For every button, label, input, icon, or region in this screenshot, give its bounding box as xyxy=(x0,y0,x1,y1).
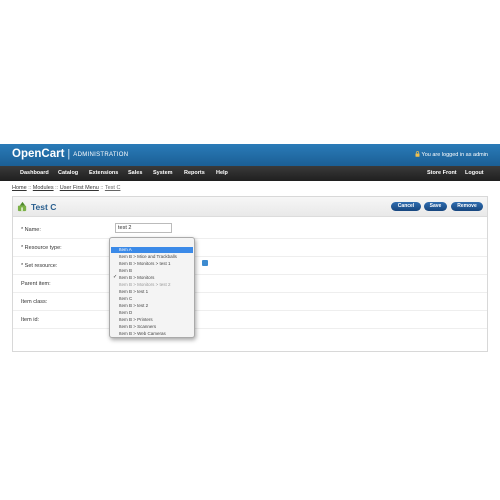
item-id-label: Item id: xyxy=(21,317,40,323)
set-resource-label: * Set resource: xyxy=(21,263,58,269)
menu-reports[interactable]: Reports xyxy=(184,170,205,176)
dropdown-option[interactable]: Item B > Web Cameras xyxy=(111,331,193,337)
resource-dropdown-list[interactable]: Item A Item B > Mice and Trackballs Item… xyxy=(109,237,195,338)
panel-heading: Test C Cancel Save Remove xyxy=(13,197,487,217)
dropdown-option[interactable]: Item A xyxy=(111,247,193,253)
name-input[interactable] xyxy=(115,223,172,233)
name-row: * Name: xyxy=(13,221,487,239)
dropdown-option[interactable]: Item D xyxy=(111,310,193,316)
logo-separator: | xyxy=(67,148,71,160)
breadcrumb-separator: :: xyxy=(55,185,59,191)
check-icon: ✓ xyxy=(113,274,118,280)
module-icon xyxy=(17,201,27,212)
lock-icon xyxy=(415,151,420,157)
main-menu: Dashboard Catalog Extensions Sales Syste… xyxy=(0,166,500,181)
dropdown-option[interactable]: Item B > test 2 xyxy=(111,303,193,309)
resource-type-row: * Resource type: xyxy=(13,239,487,257)
set-resource-row: * Set resource: xyxy=(13,257,487,275)
menu-extensions[interactable]: Extensions xyxy=(89,170,118,176)
menu-catalog[interactable]: Catalog xyxy=(58,170,78,176)
breadcrumb: Home :: Modules :: User First Menu :: Te… xyxy=(12,185,120,191)
dropdown-option[interactable]: ✓ Item B > Monitors xyxy=(111,274,193,281)
dropdown-option[interactable]: Item B > Monitors > test 1 xyxy=(111,261,193,267)
name-label: * Name: xyxy=(21,227,41,233)
parent-item-label: Parent item: xyxy=(21,281,51,287)
dropdown-option[interactable]: Item B > Mice and Trackballs xyxy=(111,254,193,260)
page-title: Test C xyxy=(31,202,57,212)
login-text: You are logged in as admin xyxy=(421,152,488,158)
opencart-logo[interactable]: OpenCart | ADMINISTRATION xyxy=(12,148,128,160)
dropdown-option[interactable]: Item C xyxy=(111,296,193,302)
dropdown-option[interactable]: Item B > Scanners xyxy=(111,324,193,330)
login-info: You are logged in as admin xyxy=(415,151,488,158)
breadcrumb-modules[interactable]: Modules xyxy=(33,185,54,191)
brand-name: OpenCart xyxy=(12,148,65,160)
breadcrumb-current[interactable]: Test C xyxy=(105,185,121,191)
breadcrumb-home[interactable]: Home xyxy=(12,185,27,191)
item-class-label: Item class: xyxy=(21,299,48,305)
dropdown-option[interactable]: Item B > test 1 xyxy=(111,289,193,295)
breadcrumb-separator: :: xyxy=(28,185,32,191)
menu-system[interactable]: System xyxy=(153,170,173,176)
top-header: OpenCart | ADMINISTRATION You are logged i… xyxy=(0,144,500,166)
breadcrumb-user-first-menu[interactable]: User First Menu xyxy=(60,185,99,191)
dropdown-option: Item B > Monitors > test 2 xyxy=(119,282,171,287)
parent-item-row: Parent item: xyxy=(13,275,487,293)
item-id-row: Item id: xyxy=(13,311,487,329)
logo-subtitle: ADMINISTRATION xyxy=(73,152,129,158)
dropdown-option[interactable]: Item B xyxy=(111,268,193,274)
dropdown-option[interactable]: Item B > Printers xyxy=(111,317,193,323)
menu-dashboard[interactable]: Dashboard xyxy=(20,170,49,176)
menu-logout[interactable]: Logout xyxy=(465,170,484,176)
cancel-button[interactable]: Cancel xyxy=(391,202,421,211)
menu-sales[interactable]: Sales xyxy=(128,170,142,176)
item-class-row: Item class: xyxy=(13,293,487,311)
menu-help[interactable]: Help xyxy=(216,170,228,176)
help-icon[interactable] xyxy=(202,260,208,266)
remove-button[interactable]: Remove xyxy=(451,202,483,211)
module-panel: Test C Cancel Save Remove * Name: * Reso… xyxy=(12,196,488,352)
save-button[interactable]: Save xyxy=(424,202,447,211)
menu-store-front[interactable]: Store Front xyxy=(427,170,457,176)
breadcrumb-separator: :: xyxy=(100,185,104,191)
resource-type-label: * Resource type: xyxy=(21,245,62,251)
